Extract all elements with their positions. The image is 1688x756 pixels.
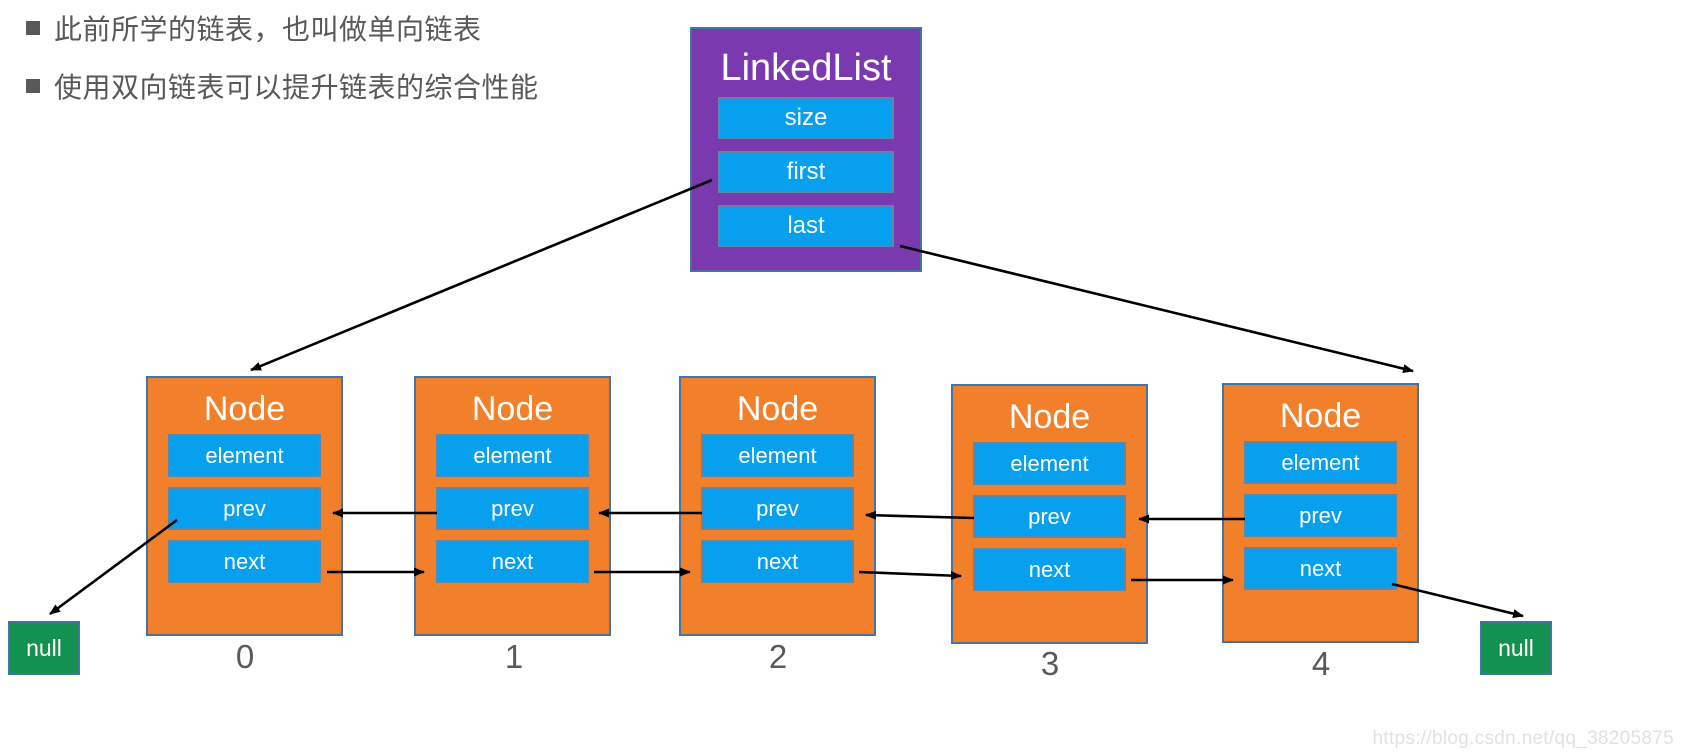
linkedlist-title: LinkedList xyxy=(720,47,892,89)
node-field-prev: prev xyxy=(436,487,589,530)
node-field-element: element xyxy=(168,434,321,477)
index-label-4: 4 xyxy=(1311,645,1331,682)
node-field-next: next xyxy=(973,548,1126,591)
node-field-prev: prev xyxy=(168,487,321,530)
bullet-text: 此前所学的链表，也叫做单向链表 xyxy=(54,14,482,45)
index-label-0: 0 xyxy=(235,638,255,675)
square-bullet-icon xyxy=(26,79,40,94)
linkedlist-box: LinkedList size first last xyxy=(690,27,922,272)
node-box-4: Node element prev next xyxy=(1222,383,1419,643)
node-title: Node xyxy=(1008,398,1091,436)
node-title: Node xyxy=(471,390,554,428)
node-field-next: next xyxy=(168,540,321,583)
node-field-prev: prev xyxy=(973,495,1126,538)
node-field-element: element xyxy=(973,442,1126,485)
linkedlist-field-size: size xyxy=(718,97,894,139)
arrow-first-to-node0 xyxy=(250,178,713,372)
node-title: Node xyxy=(203,390,286,428)
square-bullet-icon xyxy=(26,21,40,35)
node-box-0: Node element prev next xyxy=(146,376,343,636)
node-field-next: next xyxy=(1244,547,1397,590)
node-box-1: Node element prev next xyxy=(414,376,611,636)
node-field-prev: prev xyxy=(701,487,854,530)
index-label-1: 1 xyxy=(504,638,524,675)
node-field-element: element xyxy=(436,434,589,477)
list-item: 使用双向链表可以提升链表的综合性能 xyxy=(26,72,666,104)
linkedlist-field-first: first xyxy=(718,151,894,193)
node-field-element: element xyxy=(701,434,854,477)
arrow-last-to-node4 xyxy=(899,244,1414,374)
node-field-next: next xyxy=(436,540,589,583)
bullet-list: 此前所学的链表，也叫做单向链表 使用双向链表可以提升链表的综合性能 xyxy=(26,14,666,130)
node-field-next: next xyxy=(701,540,854,583)
null-box-left: null xyxy=(8,621,80,675)
bullet-text: 使用双向链表可以提升链表的综合性能 xyxy=(54,72,539,104)
node-box-2: Node element prev next xyxy=(679,376,876,636)
node-field-element: element xyxy=(1244,441,1397,484)
diagram-canvas: 此前所学的链表，也叫做单向链表 使用双向链表可以提升链表的综合性能 Linked… xyxy=(0,0,1688,756)
index-label-3: 3 xyxy=(1040,645,1060,682)
index-label-2: 2 xyxy=(768,638,788,675)
list-item: 此前所学的链表，也叫做单向链表 xyxy=(26,14,666,46)
node-box-3: Node element prev next xyxy=(951,384,1148,644)
node-field-prev: prev xyxy=(1244,494,1397,537)
watermark: https://blog.csdn.net/qq_38205875 xyxy=(1372,728,1674,749)
node-title: Node xyxy=(1279,397,1362,435)
null-box-right: null xyxy=(1480,621,1552,675)
linkedlist-field-last: last xyxy=(718,205,894,247)
node-title: Node xyxy=(736,390,819,428)
